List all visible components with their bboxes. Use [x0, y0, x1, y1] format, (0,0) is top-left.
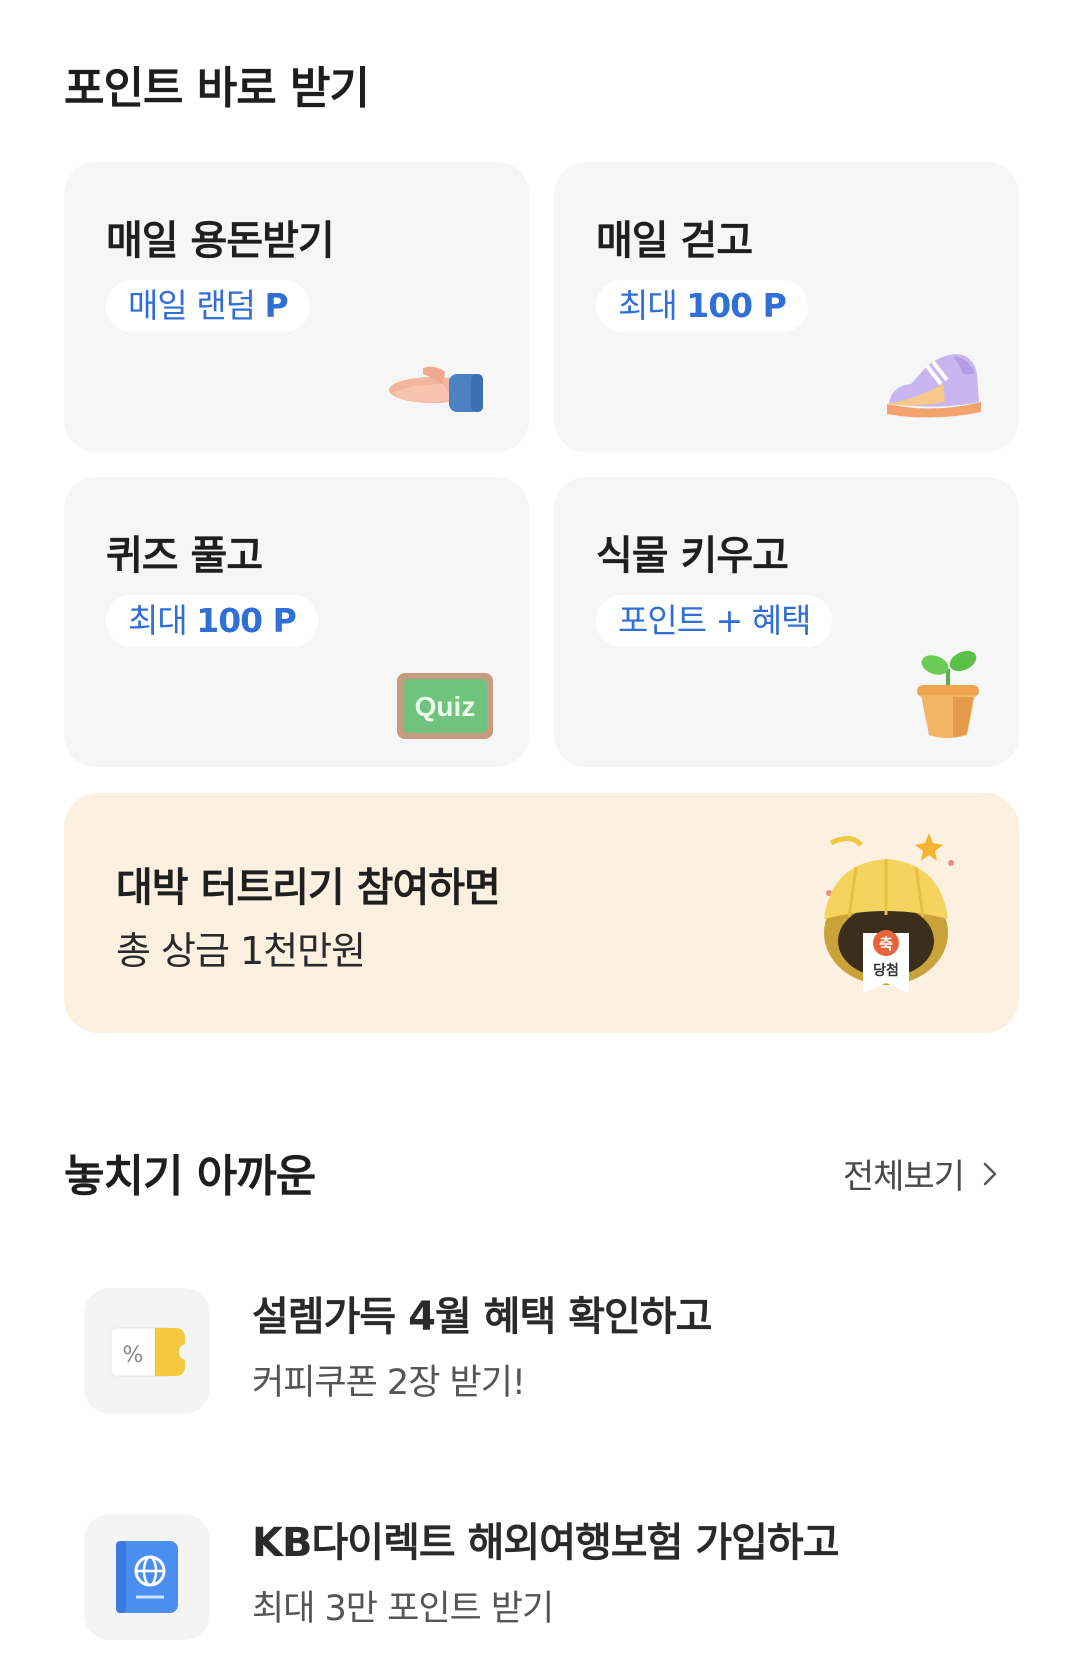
banner-subtitle: 총 상금 1천만원 [116, 929, 366, 973]
card-title: 퀴즈 풀고 [106, 533, 263, 579]
banner-title: 대박 터트리기 참여하면 [116, 865, 501, 911]
card-grow-plant[interactable]: 식물 키우고 포인트 + 혜택 [554, 477, 1019, 767]
badge-bottom-text: 당첨 [873, 962, 899, 979]
card-title: 매일 걷고 [596, 218, 753, 264]
chevron-right-icon [983, 1162, 997, 1185]
hand-icon [383, 344, 493, 428]
section-title-points: 포인트 바로 받기 [64, 63, 370, 114]
reward-text: 포인트 + 혜택 [618, 601, 811, 640]
card-reward-pill: 매일 랜덤 P [106, 280, 310, 332]
see-all-link[interactable]: 전체보기 [843, 1149, 998, 1198]
card-title: 식물 키우고 [596, 533, 789, 579]
reward-text: 매일 랜덤 [128, 286, 256, 325]
card-quiz[interactable]: 퀴즈 풀고 최대 100 P Quiz [64, 477, 529, 767]
points-page: 포인트 바로 받기 매일 용돈받기 매일 랜덤 P 매일 걷고 최대 100 P [0, 0, 1080, 1679]
reward-amount: P [264, 286, 288, 325]
item-subtitle: 최대 3만 포인트 받기 [252, 1589, 554, 1629]
sneaker-icon [883, 344, 983, 428]
card-title: 매일 용돈받기 [106, 218, 335, 264]
item-subtitle: 커피쿠폰 2장 받기! [252, 1363, 526, 1403]
item-title: 설렘가득 4월 혜택 확인하고 [252, 1294, 712, 1340]
card-reward-pill: 포인트 + 혜택 [596, 595, 833, 647]
reward-text: 최대 [618, 286, 678, 325]
list-item[interactable]: KB다이렉트 해외여행보험 가입하고 최대 3만 포인트 받기 [84, 1514, 1004, 1644]
coupon-icon: % [84, 1288, 210, 1414]
card-reward-pill: 최대 100 P [596, 280, 808, 332]
coupon-percent-label: % [123, 1343, 144, 1368]
quiz-label: Quiz [415, 691, 476, 722]
item-title: KB다이렉트 해외여행보험 가입하고 [252, 1520, 840, 1566]
card-daily-allowance[interactable]: 매일 용돈받기 매일 랜덤 P [64, 162, 529, 452]
plant-pot-icon [913, 647, 983, 743]
card-reward-pill: 최대 100 P [106, 595, 318, 647]
list-item[interactable]: % 설렘가득 4월 혜택 확인하고 커피쿠폰 2장 받기! [84, 1288, 1004, 1418]
reward-amount: 100 P [196, 601, 297, 640]
jackpot-banner[interactable]: 대박 터트리기 참여하면 총 상금 1천만원 축 당첨 [64, 793, 1019, 1033]
reward-amount: 100 P [686, 286, 787, 325]
lucky-ball-icon: 축 당첨 [811, 823, 961, 997]
section-title-missed: 놓치기 아까운 [64, 1151, 316, 1202]
card-daily-walk[interactable]: 매일 걷고 최대 100 P [554, 162, 1019, 452]
badge-top-text: 축 [879, 935, 893, 953]
reward-text: 최대 [128, 601, 188, 640]
quiz-board-icon: Quiz [397, 673, 493, 743]
passport-icon [84, 1514, 210, 1640]
see-all-label: 전체보기 [842, 1157, 965, 1197]
